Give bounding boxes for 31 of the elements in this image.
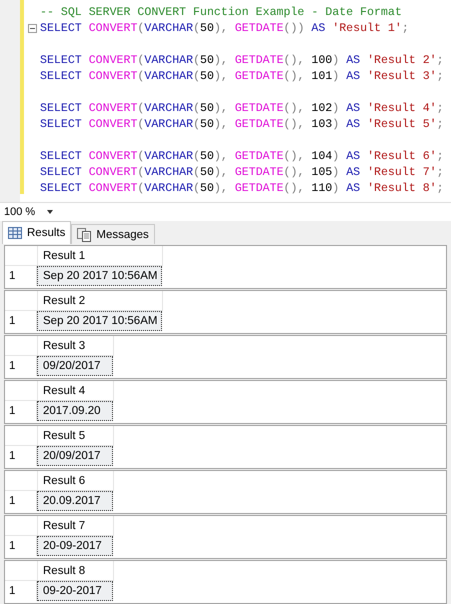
code-line: SELECT CONVERT(VARCHAR(50), GETDATE()) AS 'Result 1'; bbox=[40, 22, 409, 34]
table-cell[interactable]: Sep 20 2017 10:56AM bbox=[37, 311, 162, 331]
code-line: SELECT CONVERT(VARCHAR(50), GETDATE(), 104) AS 'Result 6'; bbox=[40, 150, 444, 162]
grid-icon bbox=[8, 227, 22, 239]
code-line: SELECT CONVERT(VARCHAR(50), GETDATE(), 103) AS 'Result 5'; bbox=[40, 118, 444, 130]
table-cell[interactable]: 20.09.2017 bbox=[37, 491, 113, 511]
code-line: SELECT CONVERT(VARCHAR(50), GETDATE(), 100) AS 'Result 2'; bbox=[40, 54, 444, 66]
results-tab[interactable]: Results bbox=[2, 221, 72, 244]
table-cell[interactable]: 20-09-2017 bbox=[37, 536, 113, 556]
column-header: Result 5 bbox=[38, 426, 114, 446]
table-cell[interactable]: 20/09/2017 bbox=[37, 446, 113, 466]
document-icon bbox=[77, 228, 92, 242]
table-cell[interactable]: 09-20-2017 bbox=[37, 581, 113, 601]
code-line: SELECT CONVERT(VARCHAR(50), GETDATE(), 101) AS 'Result 3'; bbox=[40, 70, 444, 82]
caret-icon bbox=[47, 210, 54, 214]
column-header: Result 4 bbox=[38, 381, 114, 401]
collapse-icon[interactable] bbox=[28, 24, 37, 32]
column-header: Result 3 bbox=[38, 336, 114, 356]
column-header: Result 8 bbox=[38, 561, 114, 581]
column-header: Result 7 bbox=[38, 516, 114, 536]
column-header: Result 6 bbox=[38, 471, 114, 491]
code-line: SELECT CONVERT(VARCHAR(50), GETDATE(), 110) AS 'Result 8'; bbox=[40, 182, 444, 194]
table-cell[interactable]: 2017.09.20 bbox=[37, 401, 113, 421]
table-cell[interactable]: Sep 20 2017 10:56AM bbox=[37, 266, 162, 286]
code-line: SELECT CONVERT(VARCHAR(50), GETDATE(), 102) AS 'Result 4'; bbox=[40, 102, 444, 114]
column-header: Result 2 bbox=[38, 291, 163, 311]
code-line: -- SQL SERVER CONVERT Function Example - Date Format bbox=[40, 6, 402, 18]
results-tab[interactable]: Messages bbox=[71, 224, 155, 244]
code-line: SELECT CONVERT(VARCHAR(50), GETDATE(), 105) AS 'Result 7'; bbox=[40, 166, 444, 178]
column-header: Result 1 bbox=[38, 246, 163, 266]
table-cell[interactable]: 09/20/2017 bbox=[37, 356, 113, 376]
